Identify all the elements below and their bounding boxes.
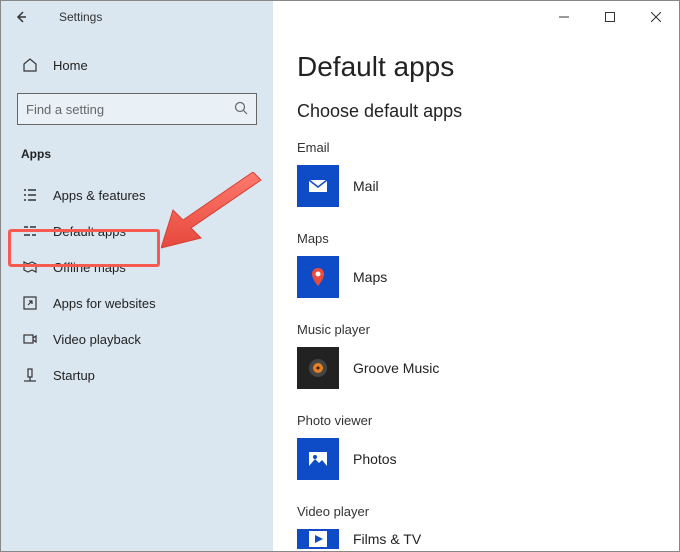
films-tv-icon [297,529,339,549]
app-name: Films & TV [353,531,421,547]
default-app-photos[interactable]: Photos [297,438,647,480]
map-icon [21,259,39,275]
open-external-icon [21,295,39,311]
video-icon [21,331,39,347]
main-panel: Default apps Choose default apps Email M… [273,33,679,551]
category-label: Video player [297,504,647,519]
startup-icon [21,367,39,383]
app-name: Photos [353,451,397,467]
sidebar-item-default-apps[interactable]: Default apps [17,213,257,249]
maximize-button[interactable] [587,1,633,33]
defaults-icon [21,223,39,239]
category-label: Email [297,140,647,155]
category-label: Music player [297,322,647,337]
sidebar-item-apps-websites[interactable]: Apps for websites [17,285,257,321]
mail-icon [297,165,339,207]
app-name: Groove Music [353,360,439,376]
sidebar-item-startup[interactable]: Startup [17,357,257,393]
close-button[interactable] [633,1,679,33]
search-input[interactable] [26,102,234,117]
sidebar: Home Apps Apps & features Default apps [1,33,273,551]
page-title: Default apps [297,51,647,83]
window-title: Settings [41,10,102,24]
default-app-email[interactable]: Mail [297,165,647,207]
home-icon [21,57,39,73]
groove-icon [297,347,339,389]
default-app-maps[interactable]: Maps [297,256,647,298]
sidebar-item-label: Video playback [53,332,141,347]
section-label: Apps [17,143,257,165]
category-label: Photo viewer [297,413,647,428]
page-subtitle: Choose default apps [297,101,647,122]
sidebar-item-label: Apps & features [53,188,146,203]
sidebar-item-label: Startup [53,368,95,383]
search-icon [234,101,248,118]
default-app-music[interactable]: Groove Music [297,347,647,389]
list-icon [21,187,39,203]
home-nav[interactable]: Home [17,51,257,79]
sidebar-item-offline-maps[interactable]: Offline maps [17,249,257,285]
app-name: Mail [353,178,379,194]
back-button[interactable] [1,1,41,33]
minimize-button[interactable] [541,1,587,33]
maps-icon [297,256,339,298]
app-name: Maps [353,269,387,285]
home-label: Home [53,58,88,73]
sidebar-item-label: Default apps [53,224,126,239]
title-bar: Settings [1,1,679,33]
sidebar-item-label: Apps for websites [53,296,156,311]
sidebar-item-label: Offline maps [53,260,126,275]
default-app-video[interactable]: Films & TV [297,529,647,549]
category-label: Maps [297,231,647,246]
sidebar-item-apps-features[interactable]: Apps & features [17,177,257,213]
sidebar-item-video-playback[interactable]: Video playback [17,321,257,357]
search-box[interactable] [17,93,257,125]
photos-icon [297,438,339,480]
